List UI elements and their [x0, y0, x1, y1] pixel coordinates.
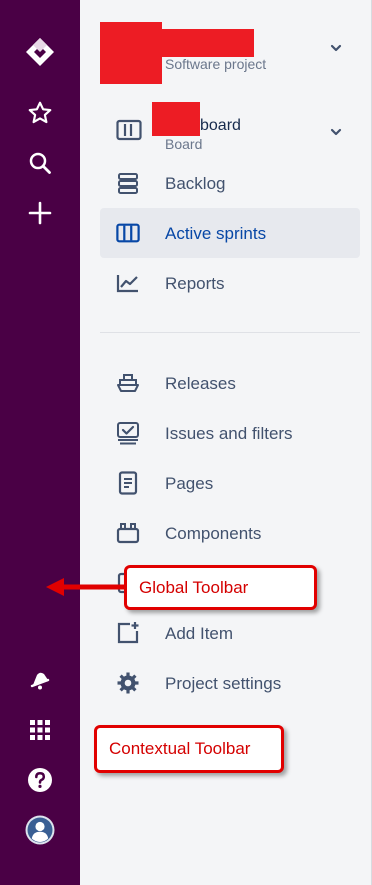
nav-item-backlog[interactable]: Backlog — [100, 158, 360, 208]
notification-icon[interactable] — [20, 660, 60, 700]
nav-label-issues-filters: Issues and filters — [165, 424, 293, 443]
nav-label-components: Components — [165, 524, 262, 543]
chevron-down-icon[interactable] — [330, 124, 342, 142]
nav-item-reports[interactable]: Reports — [100, 258, 360, 308]
nav-item-pages[interactable]: Pages — [100, 458, 360, 508]
project-type-label: Software project — [165, 56, 267, 72]
releases-ship-icon — [116, 371, 140, 395]
add-item-icon — [116, 621, 140, 645]
app-switcher-icon[interactable] — [20, 710, 60, 750]
components-icon — [116, 521, 140, 545]
board-type-label: Board — [165, 136, 203, 152]
nav-label-pages: Pages — [165, 474, 214, 493]
nav-label-backlog: Backlog — [165, 174, 226, 193]
project-avatar[interactable] — [100, 22, 162, 84]
gear-icon — [116, 671, 140, 695]
nav-label-releases: Releases — [165, 374, 236, 393]
chevron-down-icon[interactable] — [330, 40, 342, 58]
plus-icon[interactable] — [20, 193, 60, 233]
nav-label-reports: Reports — [165, 274, 225, 293]
active-sprints-icon — [116, 221, 140, 245]
profile-avatar-icon[interactable] — [20, 810, 60, 850]
board-name-label[interactable]: board — [200, 117, 241, 135]
nav-item-add-item[interactable]: Add Item — [100, 608, 360, 658]
annotation-arrow-icon — [46, 578, 130, 596]
backlog-icon — [116, 171, 140, 195]
search-icon[interactable] — [20, 143, 60, 183]
nav-item-active-sprints[interactable]: Active sprints — [100, 208, 360, 258]
global-toolbar-callout: Global Toolbar — [124, 565, 317, 610]
nav-label-project-settings: Project settings — [165, 674, 282, 693]
global-toolbar-callout-text: Global Toolbar — [139, 577, 249, 597]
nav-divider — [100, 332, 360, 333]
board-icon — [116, 118, 142, 147]
pages-icon — [116, 471, 140, 495]
contextual-toolbar-callout-text: Contextual Toolbar — [109, 739, 251, 758]
board-name-redacted — [152, 102, 200, 136]
project-name-redacted[interactable] — [162, 29, 254, 57]
help-icon[interactable] — [20, 760, 60, 800]
star-icon[interactable] — [20, 93, 60, 133]
contextual-toolbar-callout: Contextual Toolbar — [94, 725, 284, 773]
nav-label-active-sprints: Active sprints — [165, 224, 267, 243]
nav-label-add-item: Add Item — [165, 624, 234, 643]
issues-filters-icon — [116, 421, 140, 445]
nav-item-components[interactable]: Components — [100, 508, 360, 558]
global-toolbar — [0, 0, 80, 885]
nav-item-releases[interactable]: Releases — [100, 358, 360, 408]
nav-item-project-settings[interactable]: Project settings — [100, 658, 360, 708]
nav-item-issues-filters[interactable]: Issues and filters — [100, 408, 360, 458]
reports-icon — [116, 271, 140, 295]
jira-logo-icon[interactable] — [20, 32, 60, 72]
